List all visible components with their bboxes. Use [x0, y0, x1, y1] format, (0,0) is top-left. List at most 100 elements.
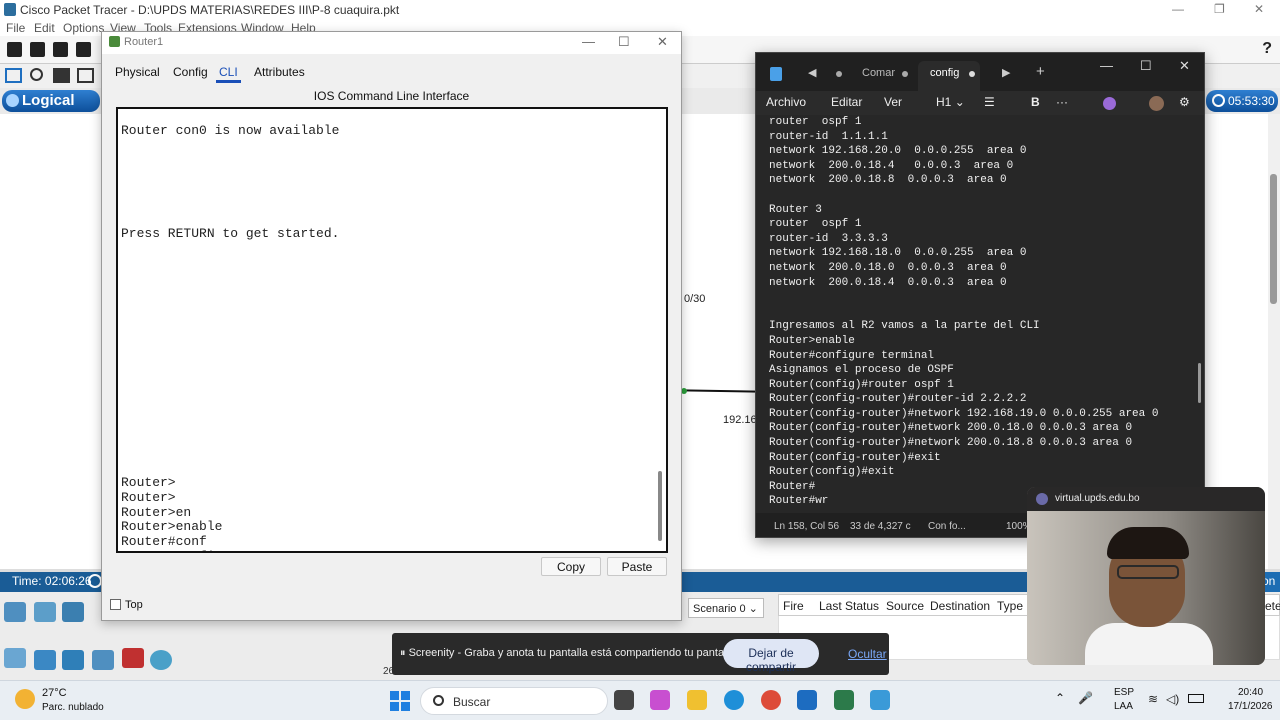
select-tool-icon[interactable] — [5, 68, 22, 83]
settings-gear-icon[interactable]: ⚙ — [1179, 95, 1190, 109]
weather-icon[interactable] — [15, 689, 35, 709]
inspect-tool-icon[interactable] — [30, 68, 43, 81]
cli-scrollbar[interactable] — [658, 471, 662, 541]
volume-icon[interactable]: ◁) — [1166, 692, 1179, 706]
maximize-icon[interactable]: ☐ — [1140, 58, 1152, 74]
cli-console[interactable]: Router con0 is now available Press RETUR… — [116, 107, 668, 553]
router1-window: Router1 — ☐ ✕ Physical Config CLI Attrib… — [101, 31, 682, 621]
security-icon[interactable] — [62, 650, 84, 670]
menu-editar[interactable]: Editar — [831, 95, 862, 109]
checkbox-icon[interactable] — [110, 599, 121, 610]
task-view-icon[interactable] — [614, 690, 634, 710]
screen-share-bar: ⏸ Screenity - Graba y anota tu pantalla … — [392, 633, 889, 675]
notepad-text-area[interactable]: router ospf 1 router-id 1.1.1.1 network 19… — [756, 115, 1204, 513]
minimize-icon[interactable]: — — [1172, 2, 1184, 16]
copy-button[interactable]: Copy — [541, 557, 601, 576]
realtime-icon[interactable] — [88, 574, 102, 588]
help-icon[interactable]: ? — [1262, 40, 1272, 58]
cloud-icon[interactable] — [150, 650, 172, 670]
tab-physical[interactable]: Physical — [115, 65, 160, 79]
print-icon[interactable] — [76, 42, 91, 57]
resize-tool-icon[interactable] — [77, 68, 94, 83]
paste-button[interactable]: Paste — [607, 557, 667, 576]
avatar[interactable] — [1149, 96, 1164, 111]
menu-file[interactable]: File — [6, 21, 25, 35]
maximize-icon[interactable]: ☐ — [618, 34, 630, 50]
logical-view-button[interactable]: Logical — [2, 90, 100, 112]
tab-comar[interactable]: Comar — [862, 67, 895, 79]
notepad-scrollbar[interactable] — [1198, 363, 1201, 403]
weather-condition[interactable]: Parc. nublado — [42, 702, 104, 713]
menu-options[interactable]: Options — [63, 21, 104, 35]
menu-archivo[interactable]: Archivo — [766, 95, 806, 109]
wireless-icon[interactable] — [92, 650, 114, 670]
taskbar-time[interactable]: 20:40 — [1238, 687, 1263, 698]
link-label-subnet: 0/30 — [684, 293, 706, 305]
notepad-taskbar-icon[interactable] — [870, 690, 890, 710]
notepad-line: network 200.0.18.8 0.0.0.3 area 0 — [769, 174, 1007, 187]
list-format-icon[interactable]: ☰ — [984, 95, 995, 109]
maximize-icon[interactable]: ❐ — [1214, 2, 1225, 16]
hub-category-icon[interactable] — [62, 602, 84, 622]
search-label: Buscar — [453, 695, 491, 709]
stop-sharing-button[interactable]: Dejar de compartir — [723, 639, 819, 674]
wifi-icon[interactable]: ≋ — [1148, 692, 1158, 706]
router1-title: Router1 — [124, 36, 164, 48]
top-checkbox[interactable]: Top — [110, 599, 143, 611]
switch-category-icon[interactable] — [34, 602, 56, 622]
workspace-vertical-scrollbar[interactable] — [1268, 114, 1280, 569]
search-icon — [433, 695, 444, 706]
system-tray[interactable]: ⌃ 🎤 — [1055, 691, 1093, 705]
keyboard-layout-indicator[interactable]: LAA — [1114, 701, 1133, 712]
tab-cli[interactable]: CLI — [216, 65, 241, 83]
cli-line — [121, 271, 651, 286]
notepad-line: Ingresamos al R2 vamos a la parte del CL… — [769, 320, 1040, 333]
tab-scroll-right-icon[interactable]: ▶ — [1002, 66, 1010, 79]
focus-mode[interactable]: Con fo... — [928, 521, 966, 532]
weather-temperature[interactable]: 27°C — [42, 687, 67, 699]
heading-select[interactable]: H1 ⌄ — [936, 95, 965, 109]
cli-line — [121, 109, 651, 124]
minimize-icon[interactable]: — — [582, 34, 595, 49]
connections-icon[interactable] — [122, 648, 144, 668]
cursor-position: Ln 158, Col 56 — [774, 521, 840, 532]
bold-icon[interactable]: B — [1031, 95, 1040, 109]
save-icon[interactable] — [53, 42, 68, 57]
menu-ver[interactable]: Ver — [884, 95, 902, 109]
more-icon[interactable]: ··· — [1056, 95, 1068, 109]
language-indicator[interactable]: ESP — [1114, 687, 1134, 698]
new-file-icon[interactable] — [7, 42, 22, 57]
delete-tool-icon[interactable] — [53, 68, 70, 83]
scenario-select[interactable]: Scenario 0 ⌄ — [688, 598, 764, 618]
chrome-icon[interactable] — [761, 690, 781, 710]
webcam-overlay[interactable]: virtual.upds.edu.bo — [1027, 487, 1265, 665]
start-button[interactable] — [390, 691, 410, 711]
tab-config[interactable]: Config — [173, 65, 208, 79]
webcam-person-hair — [1107, 527, 1189, 559]
network-link[interactable] — [682, 389, 759, 393]
file-explorer-icon[interactable] — [687, 690, 707, 710]
packet-tracer-taskbar-icon[interactable] — [834, 690, 854, 710]
copilot-app-icon[interactable] — [650, 690, 670, 710]
close-icon[interactable]: ✕ — [1254, 2, 1264, 16]
minimize-icon[interactable]: — — [1100, 58, 1113, 73]
close-icon[interactable]: ✕ — [1179, 58, 1190, 74]
battery-icon[interactable] — [1188, 694, 1204, 703]
outlook-icon[interactable] — [797, 690, 817, 710]
menu-edit[interactable]: Edit — [34, 21, 55, 35]
edge-icon[interactable] — [724, 690, 744, 710]
new-tab-icon[interactable]: + — [1036, 63, 1045, 80]
tab-attributes[interactable]: Attributes — [254, 65, 305, 79]
end-device-icon[interactable] — [4, 648, 26, 668]
cli-line: Router#configure ter — [121, 549, 651, 551]
wan-emulation-icon[interactable] — [34, 650, 56, 670]
router-category-icon[interactable] — [4, 602, 26, 622]
pdu-col-last-status: Last Status — [819, 599, 880, 613]
tab-scroll-left-icon[interactable]: ◀ — [808, 66, 816, 79]
open-folder-icon[interactable] — [30, 42, 45, 57]
taskbar-search[interactable]: Buscar — [420, 687, 608, 715]
taskbar-date[interactable]: 17/1/2026 — [1228, 701, 1273, 712]
hide-link[interactable]: Ocultar — [848, 647, 887, 661]
close-icon[interactable]: ✕ — [657, 34, 668, 50]
copilot-icon[interactable] — [1103, 97, 1116, 110]
